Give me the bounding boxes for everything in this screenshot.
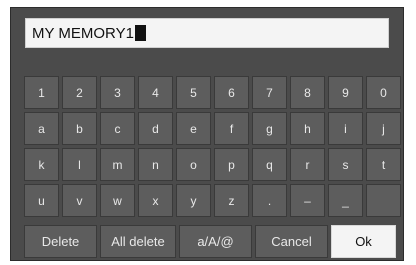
key-9[interactable]: 9 (328, 76, 363, 109)
key-t[interactable]: t (366, 148, 401, 181)
input-text: MY MEMORY1 (32, 24, 134, 42)
key-q[interactable]: q (252, 148, 287, 181)
key-h[interactable]: h (290, 112, 325, 145)
key-z[interactable]: z (214, 184, 249, 217)
key-8[interactable]: 8 (290, 76, 325, 109)
onscreen-keyboard-panel: MY MEMORY1 1 2 3 4 5 6 7 8 9 0 a b c d e… (10, 7, 404, 261)
text-input-field[interactable]: MY MEMORY1 (25, 18, 389, 48)
key-space[interactable] (366, 184, 401, 217)
key-v[interactable]: v (62, 184, 97, 217)
key-g[interactable]: g (252, 112, 287, 145)
key-k[interactable]: k (24, 148, 59, 181)
key-0[interactable]: 0 (366, 76, 401, 109)
key-m[interactable]: m (100, 148, 135, 181)
key-u[interactable]: u (24, 184, 59, 217)
key-5[interactable]: 5 (176, 76, 211, 109)
key-grid: 1 2 3 4 5 6 7 8 9 0 a b c d e f g h i j … (24, 76, 401, 217)
key-x[interactable]: x (138, 184, 173, 217)
cancel-button[interactable]: Cancel (255, 225, 328, 258)
key-o[interactable]: o (176, 148, 211, 181)
key-7[interactable]: 7 (252, 76, 287, 109)
key-i[interactable]: i (328, 112, 363, 145)
key-j[interactable]: j (366, 112, 401, 145)
key-3[interactable]: 3 (100, 76, 135, 109)
key-e[interactable]: e (176, 112, 211, 145)
key-n[interactable]: n (138, 148, 173, 181)
action-row: Delete All delete a/A/@ Cancel Ok (24, 225, 396, 258)
key-r[interactable]: r (290, 148, 325, 181)
key-l[interactable]: l (62, 148, 97, 181)
key-dash[interactable]: – (290, 184, 325, 217)
mode-toggle-button[interactable]: a/A/@ (179, 225, 252, 258)
key-a[interactable]: a (24, 112, 59, 145)
key-p[interactable]: p (214, 148, 249, 181)
key-y[interactable]: y (176, 184, 211, 217)
key-1[interactable]: 1 (24, 76, 59, 109)
text-cursor (134, 25, 146, 41)
key-d[interactable]: d (138, 112, 173, 145)
key-underscore[interactable]: _ (328, 184, 363, 217)
key-b[interactable]: b (62, 112, 97, 145)
key-w[interactable]: w (100, 184, 135, 217)
delete-button[interactable]: Delete (24, 225, 97, 258)
key-s[interactable]: s (328, 148, 363, 181)
key-4[interactable]: 4 (138, 76, 173, 109)
key-2[interactable]: 2 (62, 76, 97, 109)
all-delete-button[interactable]: All delete (100, 225, 176, 258)
ok-button[interactable]: Ok (331, 225, 396, 258)
key-period[interactable]: . (252, 184, 287, 217)
key-f[interactable]: f (214, 112, 249, 145)
key-6[interactable]: 6 (214, 76, 249, 109)
key-c[interactable]: c (100, 112, 135, 145)
